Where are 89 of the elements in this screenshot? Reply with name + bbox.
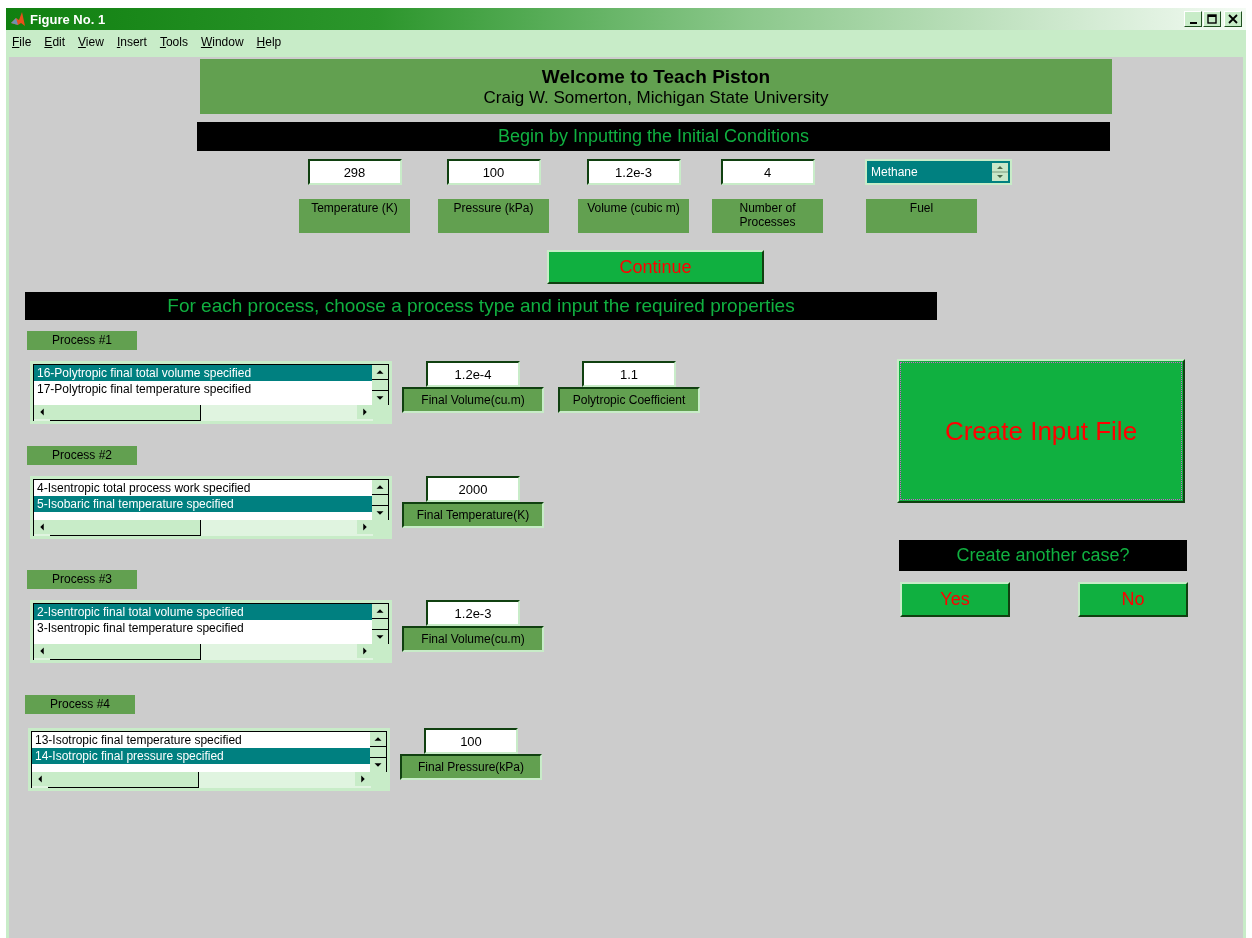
process-label: Process #3 (27, 570, 137, 589)
process-label: Process #1 (27, 331, 137, 350)
vertical-scrollbar[interactable] (372, 480, 388, 520)
vertical-scrollbar[interactable] (372, 365, 388, 405)
input-field[interactable]: 100 (424, 728, 518, 754)
input-field[interactable]: 100 (446, 159, 541, 185)
scroll-up-icon[interactable] (372, 604, 388, 618)
scroll-right-icon[interactable] (357, 405, 373, 419)
scroll-down-icon[interactable] (370, 758, 386, 772)
logo-icon (10, 11, 26, 27)
input-field[interactable]: 1.1 (582, 361, 676, 387)
scroll-down-icon[interactable] (372, 391, 388, 405)
input-field[interactable]: 1.2e-4 (426, 361, 520, 387)
list-option[interactable]: 2-Isentropic final total volume specified (34, 604, 372, 620)
app-title: Welcome to Teach Piston (541, 65, 771, 88)
menu-item[interactable]: Window (200, 35, 244, 49)
horizontal-scrollbar[interactable] (31, 772, 387, 788)
horizontal-scrollbar[interactable] (33, 644, 389, 660)
process-type-list[interactable]: 16-Polytropic final total volume specified 17-Polytropic final temperature specified (30, 361, 392, 424)
scroll-up-icon[interactable] (372, 480, 388, 494)
field-label: Final Pressure(kPa) (400, 754, 542, 780)
scroll-left-icon[interactable] (34, 405, 50, 419)
input-field[interactable]: 298 (307, 159, 402, 185)
scroll-left-icon[interactable] (34, 520, 50, 534)
list-option[interactable]: 14-Isotropic final pressure specified (32, 748, 370, 764)
scroll-thumb[interactable] (50, 644, 201, 660)
menu-item[interactable]: Edit (44, 35, 66, 49)
input-field[interactable]: 1.2e-3 (586, 159, 681, 185)
menu-item[interactable]: Help (256, 35, 282, 49)
scroll-thumb[interactable] (48, 772, 199, 788)
scroll-left-icon[interactable] (32, 772, 48, 786)
field-label: Fuel (866, 199, 977, 233)
horizontal-scrollbar[interactable] (33, 520, 389, 536)
field-label: Pressure (kPa) (438, 199, 549, 233)
field-label: Temperature (K) (299, 199, 410, 233)
input-field[interactable]: 4 (720, 159, 815, 185)
list-option[interactable]: 17-Polytropic final temperature specified (34, 381, 372, 397)
maximize-icon (1207, 14, 1217, 24)
close-button[interactable] (1224, 11, 1242, 27)
process-label: Process #4 (25, 695, 135, 714)
minimize-icon (1189, 22, 1197, 24)
input-field[interactable]: 1.2e-3 (426, 600, 520, 626)
list-option[interactable]: 5-Isobaric final temperature specified (34, 496, 372, 512)
scroll-up-icon[interactable] (370, 732, 386, 746)
scroll-left-icon[interactable] (34, 644, 50, 658)
horizontal-scrollbar[interactable] (33, 405, 389, 421)
input-field[interactable]: 2000 (426, 476, 520, 502)
scroll-thumb[interactable] (50, 520, 201, 536)
menu-item[interactable]: Tools (159, 35, 188, 49)
scroll-right-icon[interactable] (357, 520, 373, 534)
scroll-thumb[interactable] (372, 379, 388, 391)
scroll-right-icon[interactable] (357, 644, 373, 658)
field-label: Final Volume(cu.m) (402, 626, 544, 652)
field-label: Polytropic Coefficient (558, 387, 700, 413)
section-banner: For each process, choose a process type and input the required properties (25, 292, 937, 320)
scroll-right-icon[interactable] (355, 772, 371, 786)
list-option[interactable]: 13-Isotropic final temperature specified (32, 732, 370, 748)
vertical-scrollbar[interactable] (372, 604, 388, 644)
vertical-scrollbar[interactable] (370, 732, 386, 772)
field-label: Final Volume(cu.m) (402, 387, 544, 413)
field-label: Final Temperature(K) (402, 502, 544, 528)
fuel-dropdown[interactable]: Methane (865, 159, 1012, 185)
menu-item[interactable]: View (78, 35, 104, 49)
process-type-list[interactable]: 2-Isentropic final total volume specified 3-Isentropic final temperature specified (30, 600, 392, 663)
scroll-thumb[interactable] (50, 405, 201, 421)
list-option[interactable]: 16-Polytropic final total volume specified (34, 365, 372, 381)
prompt-banner: Create another case? (899, 540, 1187, 571)
list-option[interactable]: 4-Isentropic total process work specified (34, 480, 372, 496)
maximize-button[interactable] (1203, 11, 1221, 27)
scroll-up-icon[interactable] (372, 365, 388, 379)
menu-item[interactable]: Insert (116, 35, 147, 49)
author-line: Craig W. Somerton, Michigan State University (483, 87, 829, 108)
section-banner: Begin by Inputting the Initial Conditions (197, 122, 1110, 151)
close-icon (1228, 14, 1238, 24)
process-label: Process #2 (27, 446, 137, 465)
minimize-button[interactable] (1184, 11, 1202, 27)
process-type-list[interactable]: 4-Isentropic total process work specified 5-Isobaric final temperature specified (30, 476, 392, 539)
scroll-thumb[interactable] (372, 618, 388, 630)
scroll-thumb[interactable] (370, 746, 386, 758)
window-title: Figure No. 1 (30, 11, 106, 27)
process-type-list[interactable]: 13-Isotropic final temperature specified 14-Isotropic final pressure specified (28, 728, 390, 791)
field-label: Volume (cubic m) (578, 199, 689, 233)
scroll-thumb[interactable] (372, 494, 388, 506)
scroll-down-icon[interactable] (372, 506, 388, 520)
list-option[interactable]: 3-Isentropic final temperature specified (34, 620, 372, 636)
menu-item[interactable]: File (12, 35, 32, 49)
scroll-down-icon[interactable] (372, 630, 388, 644)
field-label: Number of Processes (712, 199, 823, 233)
spinner-icon (992, 163, 1008, 181)
